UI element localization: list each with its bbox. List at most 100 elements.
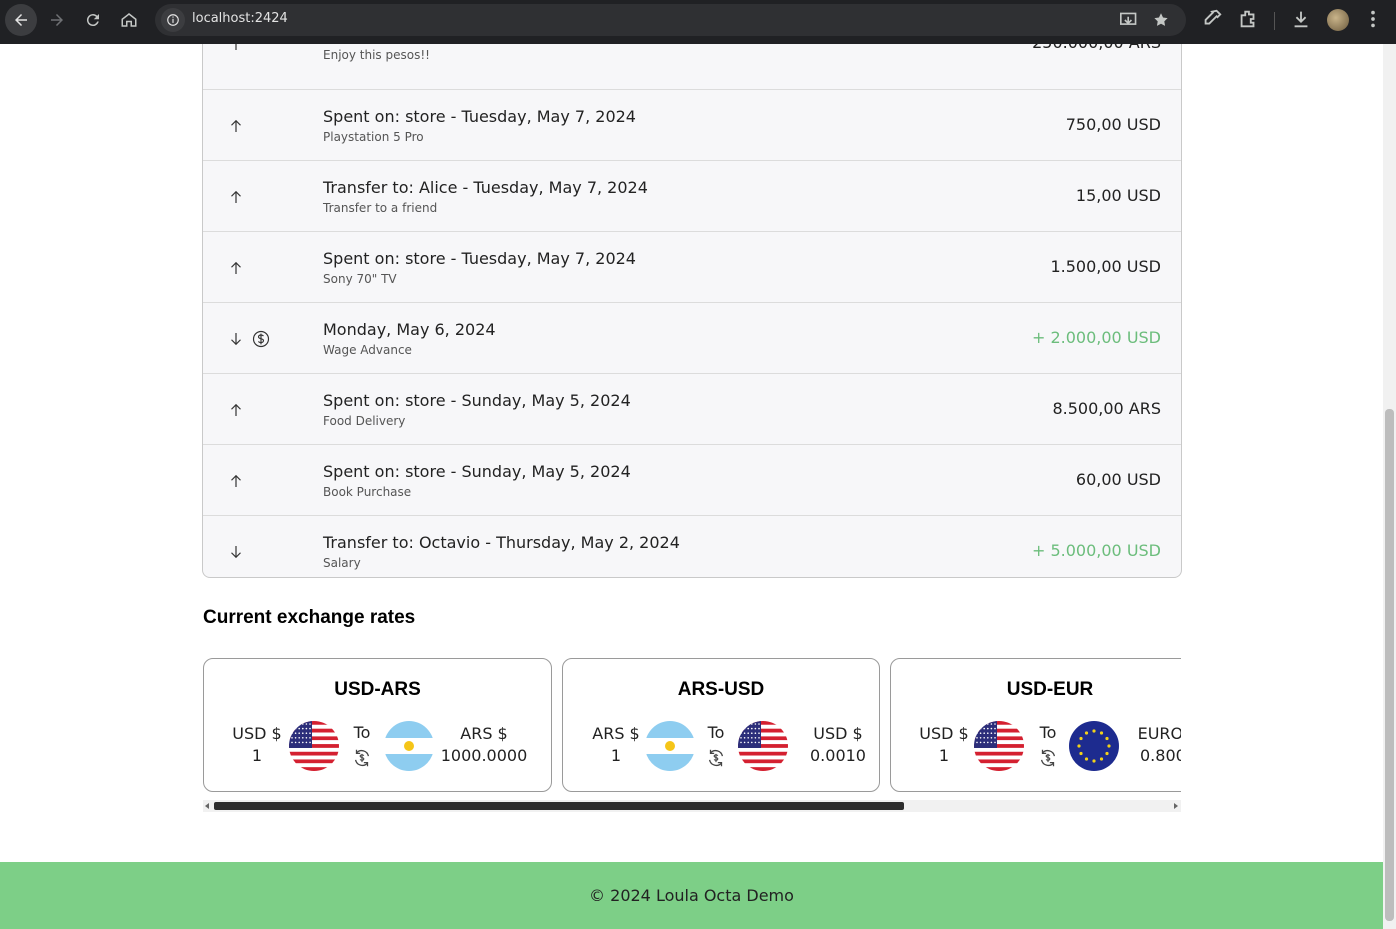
swap-icon-wrapper (705, 747, 727, 769)
to-currency-label: USD $ (813, 724, 863, 743)
exchange-rate-card: ARS-USD ARS $ 1 To USD $ 0.0010 (562, 658, 880, 792)
rates-horizontal-scrollbar[interactable] (203, 800, 1181, 812)
to-label: To (353, 723, 371, 742)
from-currency: ARS $ 1 (581, 723, 651, 767)
transaction-direction (227, 516, 245, 577)
transaction-note: Salary (323, 556, 361, 570)
back-button[interactable] (5, 4, 37, 36)
eyedropper-icon[interactable] (1201, 8, 1223, 30)
transaction-title: Spent on: store - Tuesday, May 7, 2024 (323, 107, 636, 126)
scrollbar-thumb[interactable] (1385, 409, 1394, 921)
transaction-row[interactable]: Monday, May 6, 2024 Wage Advance + 2.000,0… (203, 302, 1181, 373)
transaction-direction (227, 374, 245, 445)
transaction-note: Sony 70" TV (323, 272, 397, 286)
arrow-up-icon (231, 474, 241, 487)
from-currency-value: 1 (251, 746, 263, 765)
profile-avatar[interactable] (1327, 9, 1349, 31)
transaction-title: Transfer to: Octavio - Thursday, May 2, … (323, 533, 680, 552)
from-currency-value: 1 (938, 746, 950, 765)
exchange-rate-card: USD-EUR USD $ 1 To EURO € 0.8000 (890, 658, 1181, 792)
reload-button[interactable] (77, 4, 109, 36)
arrow-right-icon (51, 14, 63, 26)
to-currency: EURO € 0.8000 (1123, 723, 1181, 767)
from-currency-label: ARS $ (592, 724, 640, 743)
home-button[interactable] (113, 4, 145, 36)
home-icon (121, 13, 137, 27)
transaction-amount: 15,00 USD (1075, 186, 1161, 205)
footer-copyright: © 2024 Loula Octa Demo (589, 886, 794, 905)
browser-toolbar: localhost:2424 (0, 0, 1396, 44)
transaction-amount: 750,00 USD (1065, 115, 1161, 134)
transaction-row[interactable]: Transfer to: Alice - Tuesday, May 7, 202… (203, 160, 1181, 231)
to-currency-value: 0.8000 (1140, 746, 1181, 765)
install-app-icon[interactable] (1119, 11, 1139, 29)
address-bar[interactable]: localhost:2424 (155, 4, 1186, 36)
exchange-swap-icon (708, 749, 724, 767)
from-currency-label: USD $ (919, 724, 969, 743)
transaction-title: Spent on: store - Sunday, May 5, 2024 (323, 462, 631, 481)
transaction-row[interactable]: Spent on: store - Sunday, May 5, 2024 Foo… (203, 373, 1181, 444)
transaction-row[interactable]: Transfer to: Octavio - Thursday, May 2, … (203, 515, 1181, 577)
to-currency: USD $ 0.0010 (793, 723, 883, 767)
transaction-direction (227, 90, 245, 161)
reload-icon (86, 14, 99, 27)
swap-icon-wrapper (1037, 747, 1059, 769)
menu-dots-icon[interactable] (1362, 8, 1384, 30)
transaction-title: Monday, May 6, 2024 (323, 320, 496, 339)
scrollbar-thumb[interactable] (214, 802, 904, 810)
to-currency-label: EURO € (1137, 724, 1181, 743)
exchange-rates-carousel[interactable]: USD-ARS USD $ 1 To ARS $ 1000.0000 ARS-USD ARS … (203, 657, 1181, 794)
to-currency-value: 1000.0000 (440, 746, 528, 765)
rate-pair-title: USD-EUR (1006, 679, 1094, 700)
from-currency: USD $ 1 (909, 723, 979, 767)
bookmark-star-icon[interactable] (1152, 11, 1170, 29)
transaction-row[interactable]: Spent on: store - Tuesday, May 7, 2024 So… (203, 231, 1181, 302)
arrow-up-icon (231, 403, 241, 416)
from-currency: USD $ 1 (222, 723, 292, 767)
extensions-icon[interactable] (1237, 8, 1259, 30)
from-currency-label: USD $ (232, 724, 282, 743)
to-label: To (707, 723, 725, 742)
forward-button[interactable] (41, 4, 73, 36)
arrow-down-icon (231, 332, 241, 345)
site-info-icon[interactable] (161, 8, 185, 32)
transaction-row[interactable]: Spent on: store - Sunday, May 5, 2024 Boo… (203, 444, 1181, 515)
transaction-note: Transfer to a friend (323, 201, 438, 215)
arrow-up-icon (231, 119, 241, 132)
download-icon[interactable] (1290, 8, 1312, 30)
page-vertical-scrollbar[interactable] (1383, 44, 1396, 929)
url-text: localhost:2424 (192, 11, 288, 26)
usa-flag (974, 721, 1024, 771)
arrow-up-icon (231, 190, 241, 203)
transaction-row[interactable]: Enjoy this pesos!! 250.000,00 ARS (203, 44, 1181, 79)
arrow-up-icon (235, 44, 237, 50)
scroll-right-arrow-icon[interactable] (1174, 803, 1178, 809)
arrow-down-icon (231, 545, 241, 558)
exchange-swap-icon (354, 749, 370, 767)
footer: © 2024 Loula Octa Demo (0, 862, 1383, 929)
transaction-amount: 60,00 USD (1075, 470, 1161, 489)
transaction-title: Transfer to: Alice - Tuesday, May 7, 202… (323, 178, 648, 197)
rate-pair-title: ARS-USD (677, 679, 765, 700)
scroll-left-arrow-icon[interactable] (205, 803, 209, 809)
transaction-amount: 1.500,00 USD (1050, 257, 1161, 276)
transaction-direction (227, 303, 271, 374)
transaction-note: Book Purchase (323, 485, 412, 499)
arrow-up-icon (231, 261, 241, 274)
transaction-note: Wage Advance (323, 343, 412, 357)
exchange-rates-heading: Current exchange rates (203, 607, 416, 628)
transaction-direction (227, 232, 245, 303)
transaction-direction (227, 445, 245, 516)
transaction-amount: 8.500,00 ARS (1052, 399, 1161, 418)
to-label: To (1039, 723, 1057, 742)
argentina-flag (384, 721, 434, 771)
exchange-rate-card: USD-ARS USD $ 1 To ARS $ 1000.0000 (203, 658, 552, 792)
page-content: Enjoy this pesos!! 250.000,00 ARS Spent on… (0, 44, 1383, 929)
usa-flag (289, 721, 339, 771)
transactions-list: Enjoy this pesos!! 250.000,00 ARS Spent on… (202, 44, 1182, 578)
from-currency-value: 1 (610, 746, 622, 765)
transaction-title: Spent on: store - Sunday, May 5, 2024 (323, 391, 631, 410)
transaction-direction (227, 161, 245, 232)
transaction-row[interactable]: Spent on: store - Tuesday, May 7, 2024 Pl… (203, 89, 1181, 160)
to-currency-value: 0.0010 (810, 746, 866, 765)
